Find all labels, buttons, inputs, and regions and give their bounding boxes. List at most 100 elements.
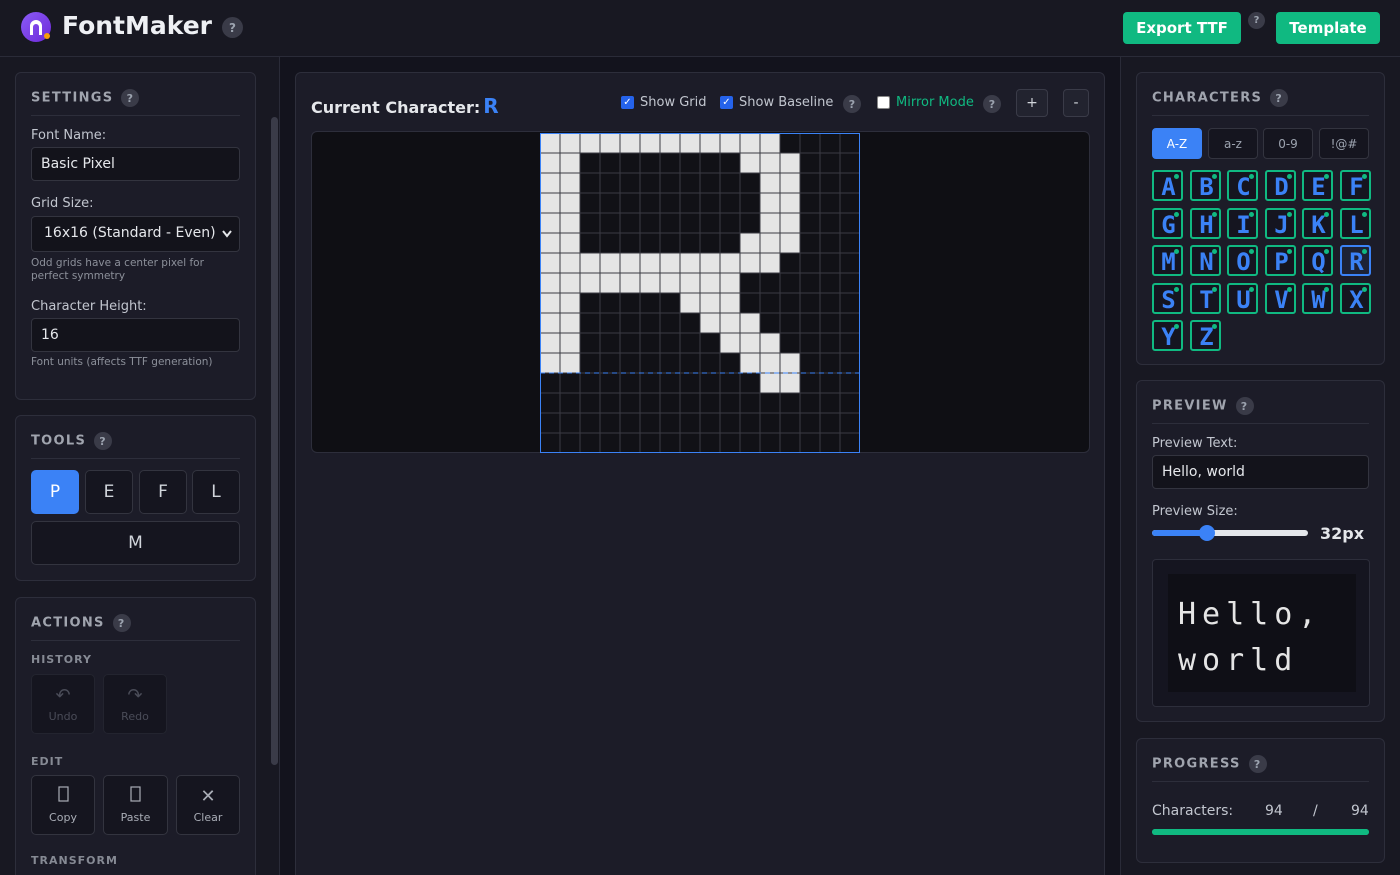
- pixel-grid-canvas[interactable]: [540, 133, 860, 453]
- pixel-cell[interactable]: [720, 293, 740, 313]
- pixel-cell[interactable]: [740, 333, 760, 353]
- pixel-cell[interactable]: [720, 333, 740, 353]
- pixel-cell[interactable]: [640, 253, 660, 273]
- pixel-cell[interactable]: [760, 153, 780, 173]
- pixel-cell[interactable]: [620, 273, 640, 293]
- pixel-cell[interactable]: [780, 193, 800, 213]
- char-button-x[interactable]: X: [1339, 282, 1371, 314]
- pixel-cell[interactable]: [740, 253, 760, 273]
- help-icon[interactable]: ?: [1248, 12, 1265, 29]
- pixel-cell[interactable]: [700, 293, 720, 313]
- char-button-q[interactable]: Q: [1302, 245, 1333, 276]
- pixel-cell[interactable]: [620, 253, 640, 273]
- pixel-cell[interactable]: [660, 273, 680, 293]
- pixel-cell[interactable]: [580, 253, 600, 273]
- char-button-w[interactable]: W: [1302, 282, 1333, 314]
- char-button-o[interactable]: O: [1227, 245, 1258, 276]
- redo-button[interactable]: ↷ Redo: [103, 674, 167, 734]
- pixel-cell[interactable]: [560, 213, 580, 233]
- checkbox-checked-icon[interactable]: ✓: [621, 96, 634, 109]
- pixel-cell[interactable]: [760, 233, 780, 253]
- char-button-h[interactable]: H: [1189, 207, 1221, 239]
- help-icon[interactable]: ?: [1270, 89, 1289, 107]
- char-button-g[interactable]: G: [1152, 207, 1183, 239]
- pixel-cell[interactable]: [660, 133, 680, 153]
- pixel-cell[interactable]: [560, 133, 580, 153]
- pixel-cell[interactable]: [560, 333, 580, 353]
- help-icon[interactable]: ?: [1235, 397, 1254, 415]
- pixel-cell[interactable]: [540, 293, 560, 313]
- pixel-cell[interactable]: [560, 193, 580, 213]
- pixel-cell[interactable]: [580, 133, 600, 153]
- pixel-cell[interactable]: [780, 173, 800, 193]
- pixel-cell[interactable]: [780, 213, 800, 233]
- pixel-cell[interactable]: [760, 373, 780, 393]
- pixel-cell[interactable]: [540, 353, 560, 373]
- pixel-cell[interactable]: [540, 313, 560, 333]
- pixel-cell[interactable]: [580, 273, 600, 293]
- pixel-cell[interactable]: [760, 173, 780, 193]
- zoom-in-button[interactable]: +: [1016, 89, 1048, 117]
- pixel-cell[interactable]: [540, 233, 560, 253]
- char-button-l[interactable]: L: [1339, 207, 1371, 239]
- mirror-mode-toggle[interactable]: Mirror Mode: [877, 95, 974, 110]
- font-name-input[interactable]: Basic Pixel: [31, 147, 240, 181]
- pixel-cell[interactable]: [720, 133, 740, 153]
- pixel-cell[interactable]: [760, 213, 780, 233]
- pixel-cell[interactable]: [560, 173, 580, 193]
- char-button-k[interactable]: K: [1302, 207, 1333, 239]
- tab-symbols[interactable]: !@#: [1319, 128, 1369, 159]
- help-icon[interactable]: ?: [112, 614, 131, 632]
- pixel-cell[interactable]: [540, 153, 560, 173]
- undo-button[interactable]: ↶ Undo: [31, 674, 95, 734]
- pixel-cell[interactable]: [600, 273, 620, 293]
- tab-digits[interactable]: 0-9: [1263, 128, 1313, 159]
- tab-uppercase[interactable]: A-Z: [1152, 128, 1202, 159]
- pixel-cell[interactable]: [540, 173, 560, 193]
- preview-text-input[interactable]: Hello, world: [1152, 455, 1369, 489]
- tab-lowercase[interactable]: a-z: [1208, 128, 1258, 159]
- pixel-cell[interactable]: [760, 253, 780, 273]
- pixel-cell[interactable]: [540, 213, 560, 233]
- pixel-cell[interactable]: [540, 273, 560, 293]
- char-button-j[interactable]: J: [1264, 207, 1296, 239]
- pixel-cell[interactable]: [740, 153, 760, 173]
- tool-move-button[interactable]: M: [31, 521, 240, 565]
- char-button-d[interactable]: D: [1264, 170, 1296, 201]
- pixel-cell[interactable]: [560, 353, 580, 373]
- pixel-cell[interactable]: [640, 133, 660, 153]
- checkbox-unchecked-icon[interactable]: [877, 96, 890, 109]
- char-button-p[interactable]: P: [1264, 245, 1296, 276]
- pixel-cell[interactable]: [720, 273, 740, 293]
- pixel-cell[interactable]: [560, 153, 580, 173]
- pixel-cell[interactable]: [560, 273, 580, 293]
- char-button-m[interactable]: M: [1152, 245, 1183, 276]
- pixel-cell[interactable]: [680, 133, 700, 153]
- char-height-input[interactable]: 16: [31, 318, 240, 352]
- pixel-cell[interactable]: [560, 253, 580, 273]
- preview-size-slider[interactable]: [1152, 525, 1308, 541]
- help-icon[interactable]: ?: [843, 95, 861, 113]
- pixel-cell[interactable]: [700, 313, 720, 333]
- pixel-cell[interactable]: [600, 253, 620, 273]
- char-button-z[interactable]: Z: [1189, 320, 1221, 351]
- char-button-n[interactable]: N: [1189, 245, 1221, 276]
- pixel-cell[interactable]: [540, 193, 560, 213]
- pixel-cell[interactable]: [600, 133, 620, 153]
- pixel-cell[interactable]: [740, 313, 760, 333]
- help-icon[interactable]: ?: [222, 17, 243, 38]
- tool-line-button[interactable]: L: [192, 470, 240, 514]
- checkbox-checked-icon[interactable]: ✓: [720, 96, 733, 109]
- help-icon[interactable]: ?: [121, 89, 140, 107]
- char-button-t[interactable]: T: [1189, 282, 1221, 314]
- pixel-cell[interactable]: [540, 333, 560, 353]
- char-button-f[interactable]: F: [1339, 170, 1371, 201]
- pixel-cell[interactable]: [540, 253, 560, 273]
- pixel-cell[interactable]: [780, 373, 800, 393]
- char-button-y[interactable]: Y: [1152, 320, 1183, 351]
- export-ttf-button[interactable]: Export TTF: [1123, 12, 1241, 44]
- char-button-r[interactable]: R: [1339, 245, 1371, 276]
- clear-button[interactable]: ✕ Clear: [176, 775, 240, 835]
- pixel-cell[interactable]: [560, 293, 580, 313]
- pixel-cell[interactable]: [560, 233, 580, 253]
